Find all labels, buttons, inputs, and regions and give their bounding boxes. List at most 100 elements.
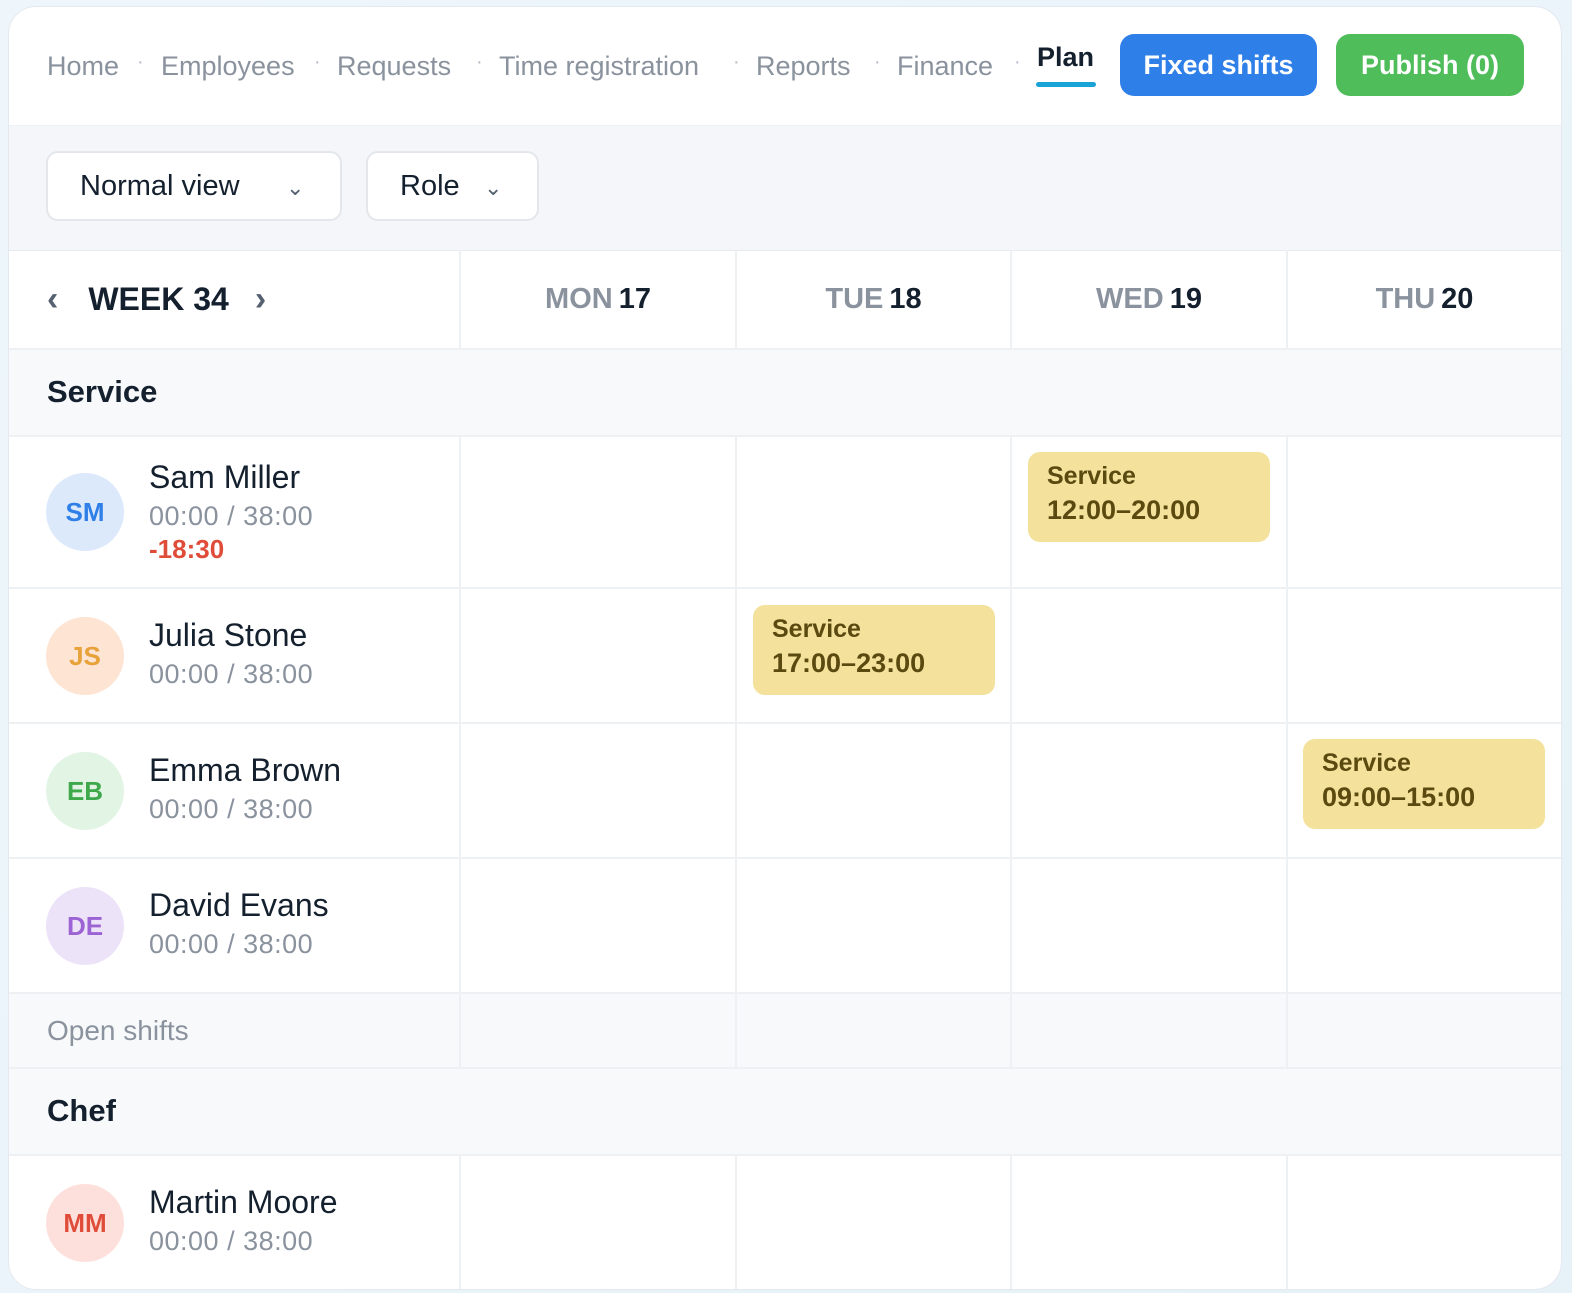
schedule-cell[interactable] [459,589,735,722]
schedule-cell[interactable] [1286,589,1561,722]
employee-hours: 00:00 / 38:00 [149,1226,314,1256]
day-name: THU [1375,282,1436,315]
employee-name[interactable]: Sam Miller [149,459,300,496]
open-shift-cell[interactable] [735,994,1010,1067]
view-select[interactable]: Normal view ⌄ [46,151,342,221]
schedule-cell[interactable] [459,437,735,587]
schedule-cell[interactable] [1010,859,1286,992]
schedule-cell[interactable] [735,724,1010,857]
section-header-chef: Chef [9,1069,1561,1156]
nav-plan[interactable]: Plan [1037,42,1094,73]
open-shifts-row: Open shifts [9,994,1561,1069]
shift-time: 17:00–23:00 [772,648,926,678]
schedule-cell[interactable] [459,1156,735,1289]
schedule-cell[interactable] [735,1156,1010,1289]
open-shift-cell[interactable] [459,994,735,1067]
chevron-down-icon: ⌄ [286,175,305,200]
nav-reports[interactable]: Reports [756,51,851,82]
shift-time: 09:00–15:00 [1322,782,1476,812]
role-select[interactable]: Role ⌄ [366,151,539,221]
filter-bar: Normal view ⌄ Role ⌄ [9,126,1561,251]
schedule-cell[interactable] [1286,859,1561,992]
avatar[interactable]: EB [46,752,124,830]
schedule-cell[interactable] [1286,437,1561,587]
nav-separator: · [476,51,483,73]
nav-employees[interactable]: Employees [161,51,295,82]
day-date: 17 [618,282,651,315]
employee-hours: 00:00 / 38:00 [149,659,314,689]
nav-separator: · [1014,51,1021,73]
employee-name[interactable]: Martin Moore [149,1184,338,1221]
nav-separator: · [137,51,144,73]
employee-name[interactable]: Emma Brown [149,752,341,789]
chevron-right-icon[interactable]: › [255,280,266,319]
schedule-cell[interactable] [1010,1156,1286,1289]
employee-hours: 00:00 / 38:00 [149,929,314,959]
avatar[interactable]: JS [46,617,124,695]
nav-finance[interactable]: Finance [897,51,993,82]
day-header-mon[interactable]: MON 17 [459,250,735,348]
schedule-cell[interactable] [1286,1156,1561,1289]
day-date: 18 [889,282,922,315]
schedule-cell[interactable] [735,859,1010,992]
employee-name[interactable]: Julia Stone [149,617,307,654]
day-name: MON [545,282,613,315]
chevron-left-icon[interactable]: ‹ [47,280,58,319]
fixed-shifts-button[interactable]: Fixed shifts [1120,34,1317,96]
view-select-label: Normal view [80,169,240,202]
schedule-cell[interactable] [735,437,1010,587]
top-navigation: Home · Employees · Requests · Time regis… [9,7,1561,126]
employee-row: JS Julia Stone 00:00 / 38:00 Service 17:… [9,589,1561,724]
nav-separator: · [733,51,740,73]
schedule-cell[interactable] [459,724,735,857]
schedule-cell[interactable]: Service 09:00–15:00 [1286,724,1561,857]
week-label: WEEK 34 [88,281,229,317]
shift-block[interactable]: Service 09:00–15:00 [1303,739,1545,829]
day-header-thu[interactable]: THU 20 [1286,250,1561,348]
week-navigator: ‹ WEEK 34 › [47,280,266,319]
week-header-row: ‹ WEEK 34 › MON 17 TUE 18 WED 19 THU 20 [9,250,1561,350]
employee-row: DE David Evans 00:00 / 38:00 [9,859,1561,994]
employee-row: EB Emma Brown 00:00 / 38:00 Service 09:0… [9,724,1561,859]
chevron-down-icon: ⌄ [484,175,503,200]
day-name: WED [1096,282,1164,315]
shift-time: 12:00–20:00 [1047,495,1201,525]
open-shift-cell[interactable] [1010,994,1286,1067]
shift-block[interactable]: Service 12:00–20:00 [1028,452,1270,542]
avatar[interactable]: MM [46,1184,124,1262]
day-header-tue[interactable]: TUE 18 [735,250,1010,348]
day-header-wed[interactable]: WED 19 [1010,250,1286,348]
publish-button[interactable]: Publish (0) [1336,34,1524,96]
shift-role: Service [1322,749,1411,777]
hours-difference: -18:30 [149,534,225,564]
nav-separator: · [874,51,881,73]
section-title: Chef [47,1093,116,1128]
nav-time-registration[interactable]: Time registration [499,51,699,82]
schedule-cell[interactable] [1010,724,1286,857]
open-shift-cell[interactable] [1286,994,1561,1067]
avatar[interactable]: SM [46,473,124,551]
nav-requests[interactable]: Requests [337,51,451,82]
day-date: 19 [1169,282,1202,315]
day-date: 20 [1441,282,1474,315]
employee-name[interactable]: David Evans [149,887,329,924]
nav-separator: · [314,51,321,73]
schedule-cell[interactable]: Service 17:00–23:00 [735,589,1010,722]
employee-row: SM Sam Miller 00:00 / 38:00 -18:30 Servi… [9,437,1561,589]
active-tab-indicator [1036,82,1096,87]
role-select-label: Role [400,169,460,202]
schedule-cell[interactable] [459,859,735,992]
schedule-card: Home · Employees · Requests · Time regis… [8,6,1562,1290]
shift-role: Service [1047,462,1136,490]
nav-home[interactable]: Home [47,51,119,82]
shift-block[interactable]: Service 17:00–23:00 [753,605,995,695]
schedule-cell[interactable]: Service 12:00–20:00 [1010,437,1286,587]
open-shifts-label: Open shifts [47,1015,189,1046]
employee-hours: 00:00 / 38:00 [149,501,314,531]
employee-row: MM Martin Moore 00:00 / 38:00 [9,1156,1561,1289]
avatar[interactable]: DE [46,887,124,965]
schedule-cell[interactable] [1010,589,1286,722]
section-title: Service [47,374,158,409]
day-name: TUE [825,282,884,315]
shift-role: Service [772,615,861,643]
